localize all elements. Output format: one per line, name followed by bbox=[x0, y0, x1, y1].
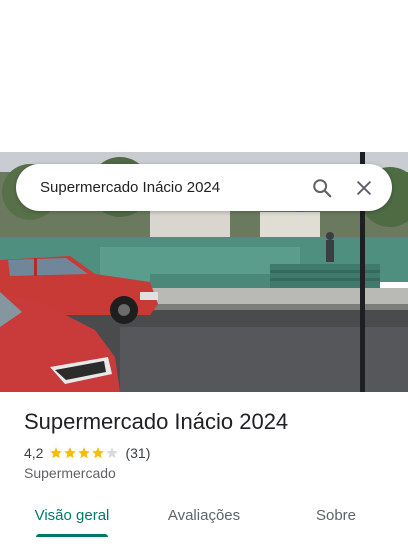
star-icon bbox=[50, 447, 63, 459]
place-category: Supermercado bbox=[24, 465, 116, 481]
tab-about[interactable]: Sobre bbox=[282, 494, 390, 536]
close-icon[interactable] bbox=[346, 170, 382, 206]
star-icon bbox=[64, 447, 77, 459]
tab-bar: Visão geral Avaliações Sobre bbox=[0, 494, 408, 544]
star-icon bbox=[78, 447, 91, 459]
map-blank-area bbox=[0, 0, 408, 152]
place-title: Supermercado Inácio 2024 bbox=[24, 409, 289, 434]
tab-reviews[interactable]: Avaliações bbox=[150, 494, 258, 536]
rating-row[interactable]: 4,2 (31) bbox=[24, 445, 150, 461]
search-bar[interactable]: Supermercado Inácio 2024 bbox=[16, 164, 392, 211]
search-input[interactable]: Supermercado Inácio 2024 bbox=[40, 179, 298, 196]
rating-stars bbox=[49, 446, 119, 460]
search-icon[interactable] bbox=[304, 170, 340, 206]
review-count[interactable]: (31) bbox=[125, 445, 150, 461]
star-icon bbox=[92, 447, 105, 459]
active-tab-indicator bbox=[36, 534, 108, 537]
rating-value: 4,2 bbox=[24, 445, 44, 461]
star-empty-icon bbox=[106, 447, 119, 459]
tab-overview[interactable]: Visão geral bbox=[18, 494, 126, 536]
